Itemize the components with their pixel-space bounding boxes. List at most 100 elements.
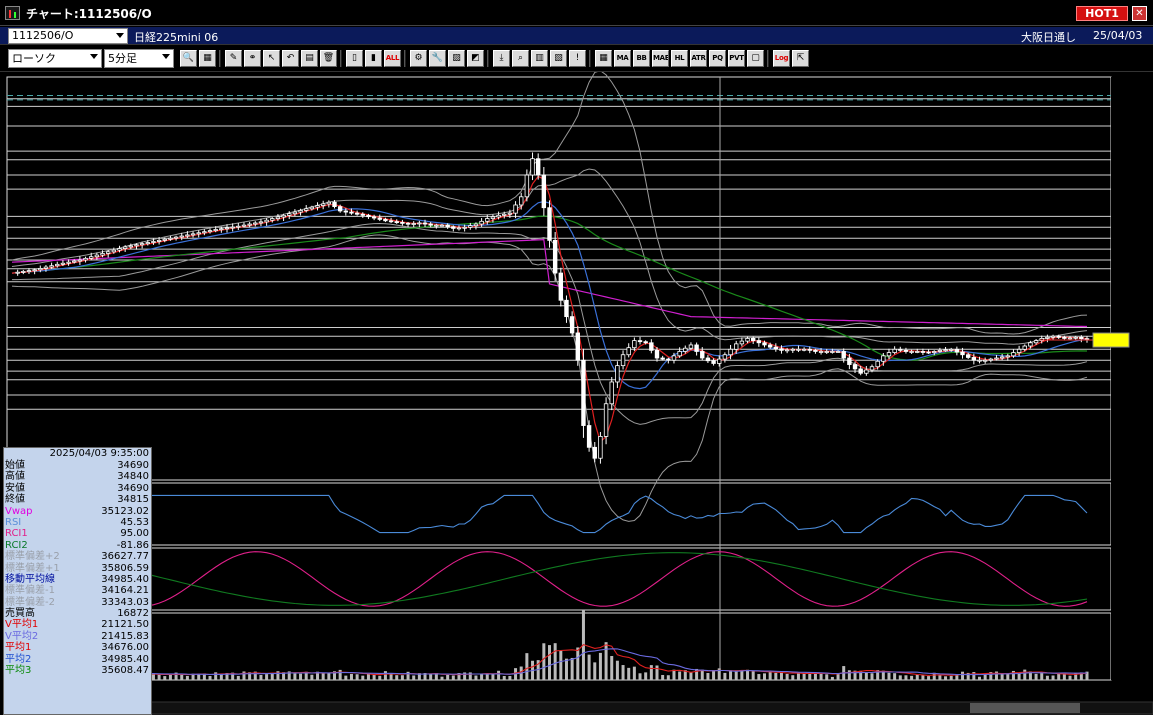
atr-button[interactable]: ATR bbox=[690, 50, 707, 67]
data-panel-row: V平均1 21121.50 bbox=[4, 619, 151, 630]
candle-up bbox=[264, 219, 269, 223]
info-icon[interactable]: ! bbox=[569, 50, 586, 67]
volume-bar bbox=[938, 675, 942, 680]
symbol-select[interactable]: 1112506/O bbox=[8, 28, 128, 44]
candle-down bbox=[332, 201, 337, 208]
candle-up bbox=[43, 266, 49, 269]
data-panel-label: 標準偏差-1 bbox=[5, 585, 55, 597]
volume-bar bbox=[474, 675, 478, 680]
date-label: 25/04/03 bbox=[1093, 29, 1143, 42]
symbol-info-bar: 1112506/O 日経225mini 06 大阪日通し 25/04/03 bbox=[0, 27, 1153, 45]
pvt-button[interactable]: PVT bbox=[728, 50, 745, 67]
volume-bar bbox=[689, 672, 693, 680]
trash-icon[interactable]: 🗑 bbox=[320, 50, 337, 67]
timeframe-select[interactable]: 5分足 bbox=[104, 49, 174, 68]
candle-up bbox=[281, 214, 286, 218]
volume-bar bbox=[355, 674, 359, 680]
volume-bar bbox=[321, 672, 325, 680]
volume-bar bbox=[1040, 672, 1044, 680]
candle-up bbox=[207, 230, 213, 233]
data-panel-row: Vwap 35123.02 bbox=[4, 506, 151, 517]
indicator-list-icon[interactable]: ▦ bbox=[595, 50, 612, 67]
candle-up bbox=[1016, 348, 1022, 353]
candle-up bbox=[875, 360, 880, 368]
toolbar-separator bbox=[340, 50, 342, 67]
candle-down bbox=[541, 174, 547, 209]
cursor-icon[interactable]: ↖ bbox=[263, 50, 280, 67]
bar-chart-icon[interactable]: ▥ bbox=[531, 50, 548, 67]
candle-down bbox=[971, 357, 977, 361]
note-icon[interactable]: ▤ bbox=[301, 50, 318, 67]
compare-icon[interactable]: ▧ bbox=[550, 50, 567, 67]
export-icon[interactable]: ⇱ bbox=[792, 50, 809, 67]
window-icon[interactable]: ▦ bbox=[199, 50, 216, 67]
all-button[interactable]: ALL bbox=[384, 50, 401, 67]
candle-wide-icon[interactable]: ▯ bbox=[346, 50, 363, 67]
candle-narrow-icon[interactable]: ▮ bbox=[365, 50, 382, 67]
candle-up bbox=[162, 238, 167, 241]
candle-up bbox=[943, 349, 948, 352]
data-panel-label: 売買高 bbox=[5, 608, 35, 620]
candle-up bbox=[15, 271, 20, 274]
candle-up bbox=[60, 262, 66, 265]
volume-bar bbox=[157, 674, 161, 680]
data-panel-datetime: 2025/04/03 9:35:00 bbox=[49, 448, 149, 459]
candle-up bbox=[122, 246, 128, 249]
bb-button[interactable]: BB bbox=[633, 50, 650, 67]
chart-area[interactable] bbox=[0, 72, 1153, 715]
candle-up bbox=[734, 343, 739, 350]
candle-up bbox=[156, 239, 162, 242]
candle-up bbox=[818, 351, 824, 353]
log-button[interactable]: Log bbox=[773, 50, 790, 67]
pq-button[interactable]: PQ bbox=[709, 50, 726, 67]
download-icon[interactable]: ⤓ bbox=[493, 50, 510, 67]
scrollbar-thumb bbox=[970, 703, 1080, 713]
candle-up bbox=[835, 351, 841, 353]
candle-up bbox=[632, 340, 637, 349]
zoom-icon[interactable]: 🔍 bbox=[180, 50, 197, 67]
volume-bar bbox=[1006, 673, 1010, 680]
color-icon[interactable]: ◩ bbox=[467, 50, 484, 67]
link-icon[interactable]: ⚭ bbox=[244, 50, 261, 67]
hot-button[interactable]: HOT1 bbox=[1076, 6, 1128, 21]
y-axis-panel bbox=[1111, 77, 1153, 680]
candle-up bbox=[139, 243, 145, 246]
candle-up bbox=[1045, 336, 1050, 339]
candle-up bbox=[326, 201, 332, 205]
volume-bar bbox=[548, 645, 551, 680]
wrench-icon[interactable]: 🔧 bbox=[429, 50, 446, 67]
mae-button[interactable]: MAE bbox=[652, 50, 669, 67]
pen-icon[interactable]: ✎ bbox=[225, 50, 242, 67]
candle-up bbox=[982, 359, 988, 362]
settings-icon[interactable]: ⚙ bbox=[410, 50, 427, 67]
candle-down bbox=[569, 316, 575, 334]
volume-bar bbox=[525, 653, 529, 680]
close-icon[interactable]: ✕ bbox=[1132, 6, 1147, 21]
chevron-down-icon bbox=[116, 33, 124, 38]
palette-icon[interactable]: ▨ bbox=[448, 50, 465, 67]
hl-button[interactable]: HL bbox=[671, 50, 688, 67]
volume-bar bbox=[615, 660, 619, 680]
frame-icon[interactable]: ▢ bbox=[747, 50, 764, 67]
candle-down bbox=[762, 342, 767, 346]
title-bar[interactable]: チャート:1112506/O HOT1 ✕ bbox=[0, 0, 1153, 26]
volume-bar bbox=[921, 674, 925, 680]
ma-button[interactable]: MA bbox=[614, 50, 631, 67]
chart-type-select[interactable]: ローソク bbox=[8, 49, 102, 68]
candle-up bbox=[677, 351, 682, 357]
volume-bar bbox=[327, 672, 331, 680]
volume-bar bbox=[446, 674, 450, 680]
candle-down bbox=[422, 222, 428, 225]
candle-down bbox=[841, 351, 846, 359]
timeframe-value: 5分足 bbox=[108, 52, 137, 65]
candle-up bbox=[988, 358, 994, 361]
find-icon[interactable]: ⌕ bbox=[512, 50, 529, 67]
undo-icon[interactable]: ↶ bbox=[282, 50, 299, 67]
candle-up bbox=[620, 354, 626, 367]
candle-up bbox=[196, 232, 201, 235]
data-panel-row: 標準偏差-1 34164.21 bbox=[4, 585, 151, 596]
volume-bar bbox=[208, 675, 212, 680]
candle-up bbox=[881, 355, 886, 362]
candle-up bbox=[230, 226, 235, 229]
volume-bar bbox=[480, 674, 484, 680]
